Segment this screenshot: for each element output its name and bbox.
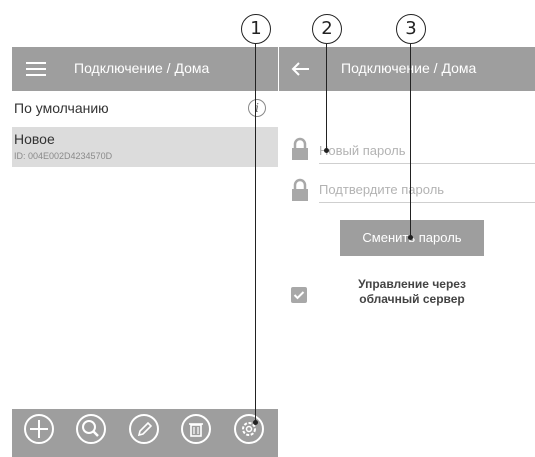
list-item-label: Новое [14, 131, 55, 147]
change-password-screen: Подключение / Дома Новый пароль Подтверд… [279, 47, 535, 457]
right-top-bar: Подключение / Дома [279, 47, 535, 91]
cloud-control-label: Управление через облачный сервер [358, 277, 466, 306]
list-item-default[interactable]: По умолчанию i [12, 91, 278, 127]
list-item-new[interactable]: Новое ID: 004E002D4234570D [12, 127, 278, 167]
left-top-bar: Подключение / Дома [12, 47, 278, 91]
callout-1: 1 [241, 14, 271, 44]
lock-icon [291, 137, 309, 161]
device-id: ID: 004E002D4234570D [14, 151, 113, 161]
callout-line-2 [326, 44, 327, 150]
list-item-label: По умолчанию [14, 100, 109, 116]
callout-line-3 [410, 44, 411, 237]
edit-icon[interactable] [129, 414, 159, 444]
bottom-toolbar [12, 409, 278, 457]
new-password-field[interactable]: Новый пароль [319, 139, 535, 164]
back-arrow-icon[interactable] [291, 59, 311, 79]
callout-2: 2 [312, 14, 342, 44]
right-title: Подключение / Дома [341, 60, 477, 76]
add-icon[interactable] [24, 414, 54, 444]
info-icon[interactable]: i [248, 99, 266, 117]
callout-line-1 [255, 44, 256, 422]
left-title: Подключение / Дома [74, 60, 210, 76]
callout-3: 3 [396, 14, 426, 44]
settings-icon[interactable] [234, 414, 264, 444]
hamburger-menu-icon[interactable] [26, 62, 46, 76]
delete-icon[interactable] [181, 414, 211, 444]
lock-icon [291, 178, 309, 202]
search-icon[interactable] [76, 414, 106, 444]
callout-dot-1 [253, 420, 258, 425]
cloud-control-checkbox[interactable] [291, 287, 307, 303]
connection-list-screen: Подключение / Дома По умолчанию i Новое … [12, 47, 278, 457]
callout-dot-3 [408, 235, 413, 240]
callout-dot-2 [324, 148, 329, 153]
confirm-password-field[interactable]: Подтвердите пароль [319, 178, 535, 203]
